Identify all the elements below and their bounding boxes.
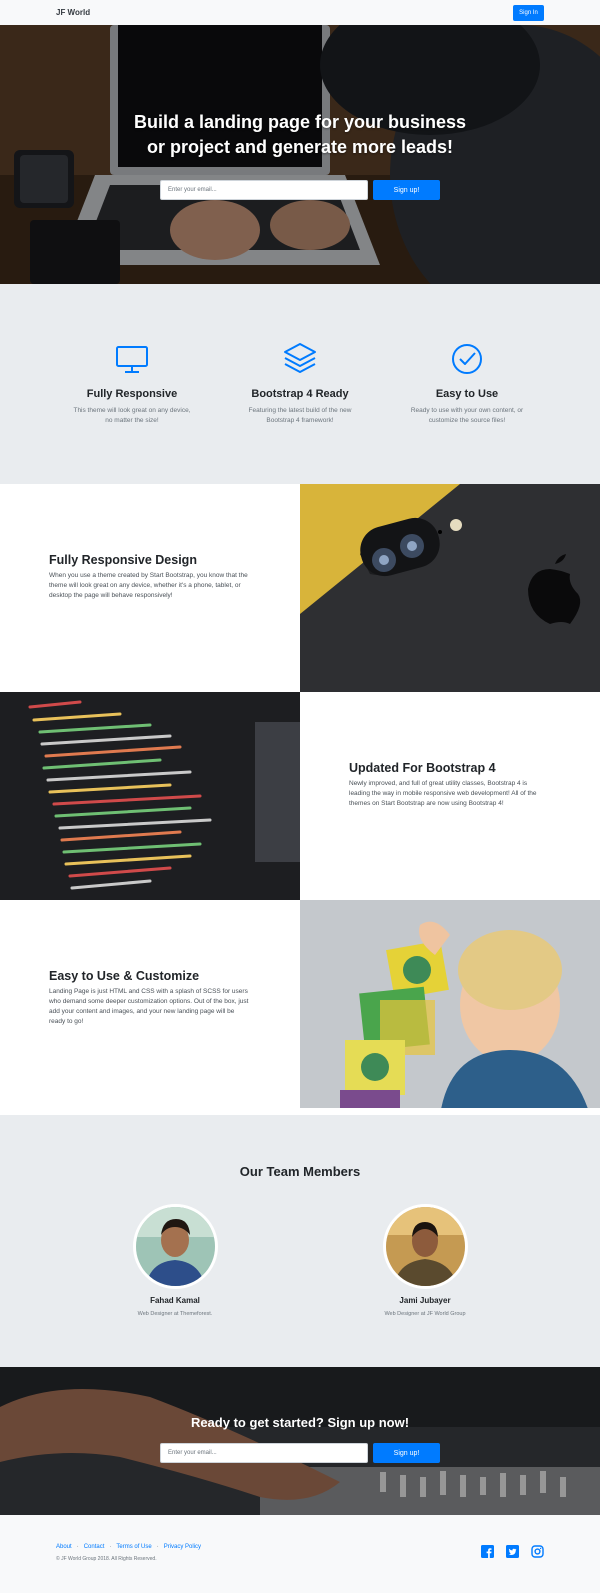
cta-email-input[interactable]: Enter your email... bbox=[160, 1443, 368, 1463]
footer-separator: · bbox=[156, 1544, 159, 1550]
team-member: Fahad Kamal Web Designer at Themeforest. bbox=[75, 1204, 275, 1317]
avatar bbox=[132, 1204, 218, 1289]
showcase-title: Easy to Use & Customize bbox=[49, 969, 200, 983]
showcase-text: Easy to Use & Customize Landing Page is … bbox=[0, 900, 300, 1108]
showcase-desc: When you use a theme created by Start Bo… bbox=[49, 572, 248, 599]
footer-links: About · Contact · Terms of Use · Privacy… bbox=[56, 1544, 201, 1550]
layers-icon bbox=[284, 343, 316, 373]
showcase-desc: Landing Page is just HTML and CSS with a… bbox=[49, 988, 249, 1025]
feature-easy-to-use: Easy to Use Ready to use with your own c… bbox=[387, 341, 547, 425]
check-circle-icon bbox=[452, 344, 482, 374]
showcase-image-phone bbox=[300, 484, 600, 692]
avatar bbox=[382, 1204, 468, 1289]
footer-link-terms[interactable]: Terms of Use bbox=[116, 1544, 151, 1550]
navbar: JF World Sign In bbox=[0, 0, 600, 25]
footer-link-privacy[interactable]: Privacy Policy bbox=[164, 1544, 201, 1550]
copyright: © JF World Group 2018. All Rights Reserv… bbox=[56, 1556, 157, 1562]
showcase-text: Fully Responsive Design When you use a t… bbox=[0, 484, 300, 692]
member-role: Web Designer at Themeforest. bbox=[137, 1311, 213, 1317]
showcase-image-blocks bbox=[300, 900, 600, 1108]
team-title: Our Team Members bbox=[239, 1164, 361, 1179]
hero-signup-form: Enter your email... Sign up! bbox=[160, 180, 440, 200]
member-name: Jami Jubayer bbox=[399, 1296, 451, 1305]
twitter-icon[interactable] bbox=[506, 1545, 519, 1558]
hero-title: Build a landing page for your business o… bbox=[0, 110, 600, 160]
showcase-title: Fully Responsive Design bbox=[49, 553, 197, 567]
cta-title: Ready to get started? Sign up now! bbox=[190, 1415, 410, 1430]
member-name: Fahad Kamal bbox=[150, 1296, 200, 1305]
feature-title: Easy to Use bbox=[435, 388, 499, 400]
showcase-desc: Newly improved, and full of great utilit… bbox=[349, 780, 537, 807]
social-links bbox=[481, 1545, 544, 1558]
showcase-row-1: Fully Responsive Design When you use a t… bbox=[0, 484, 600, 692]
hero-signup-button[interactable]: Sign up! bbox=[373, 180, 440, 200]
sign-in-button[interactable]: Sign In bbox=[513, 4, 544, 21]
brand-logo[interactable]: JF World bbox=[56, 8, 90, 17]
team-member: Jami Jubayer Web Designer at JF World Gr… bbox=[325, 1204, 525, 1317]
showcase-row-3: Easy to Use & Customize Landing Page is … bbox=[0, 900, 600, 1108]
member-role: Web Designer at JF World Group bbox=[384, 1311, 466, 1317]
cta-section: Ready to get started? Sign up now! Enter… bbox=[0, 1367, 600, 1515]
instagram-icon[interactable] bbox=[531, 1545, 544, 1558]
hero-section: Build a landing page for your business o… bbox=[0, 25, 600, 284]
showcase-row-2: Updated For Bootstrap 4 Newly improved, … bbox=[0, 692, 600, 900]
feature-desc: Featuring the latest build of the new Bo… bbox=[248, 407, 352, 424]
features-section: Fully Responsive This theme will look gr… bbox=[0, 284, 600, 484]
hero-title-line1: Build a landing page for your business bbox=[133, 112, 467, 132]
feature-title: Bootstrap 4 Ready bbox=[251, 388, 349, 400]
feature-desc: Ready to use with your own content, or c… bbox=[410, 407, 524, 424]
feature-title: Fully Responsive bbox=[86, 388, 178, 400]
monitor-icon bbox=[116, 346, 148, 373]
hero-title-line2: or project and generate more leads! bbox=[146, 137, 454, 157]
footer-separator: · bbox=[76, 1544, 79, 1550]
feature-desc: This theme will look great on any device… bbox=[73, 407, 191, 424]
cta-overlay bbox=[0, 1367, 600, 1515]
showcase-title: Updated For Bootstrap 4 bbox=[349, 761, 496, 775]
footer: About · Contact · Terms of Use · Privacy… bbox=[0, 1515, 600, 1593]
footer-separator: · bbox=[109, 1544, 112, 1550]
footer-link-about[interactable]: About bbox=[56, 1544, 72, 1550]
cta-signup-button[interactable]: Sign up! bbox=[373, 1443, 440, 1463]
showcase-image-code bbox=[0, 692, 300, 900]
facebook-icon[interactable] bbox=[481, 1545, 494, 1558]
showcase-text: Updated For Bootstrap 4 Newly improved, … bbox=[300, 692, 600, 900]
feature-fully-responsive: Fully Responsive This theme will look gr… bbox=[52, 341, 212, 425]
team-section: Our Team Members Fahad Kamal Web Designe… bbox=[0, 1115, 600, 1367]
hero-email-input[interactable]: Enter your email... bbox=[160, 180, 368, 200]
feature-bootstrap-ready: Bootstrap 4 Ready Featuring the latest b… bbox=[220, 341, 380, 425]
footer-link-contact[interactable]: Contact bbox=[84, 1544, 105, 1550]
cta-signup-form: Enter your email... Sign up! bbox=[160, 1443, 440, 1463]
